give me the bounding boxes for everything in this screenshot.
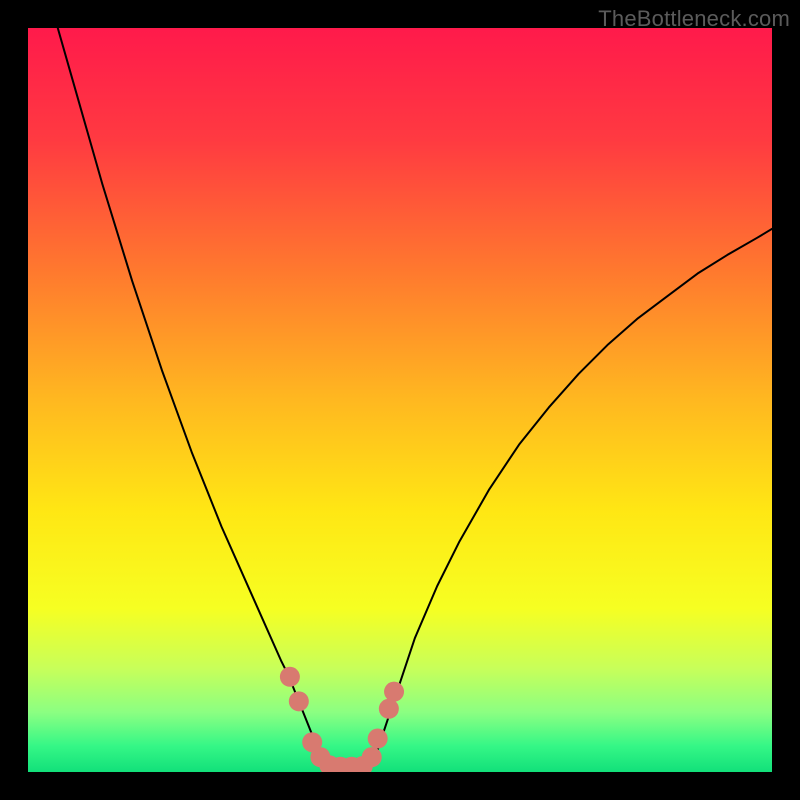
bottleneck-plot — [28, 28, 772, 772]
marker-trough-markers-1 — [289, 691, 309, 711]
marker-trough-markers-0 — [280, 667, 300, 687]
marker-trough-markers-9 — [368, 729, 388, 749]
plot-background — [28, 28, 772, 772]
marker-trough-markers-10 — [379, 699, 399, 719]
watermark-label: TheBottleneck.com — [598, 6, 790, 32]
marker-trough-markers-11 — [384, 682, 404, 702]
marker-trough-markers-8 — [362, 747, 382, 767]
chart-frame: TheBottleneck.com — [0, 0, 800, 800]
